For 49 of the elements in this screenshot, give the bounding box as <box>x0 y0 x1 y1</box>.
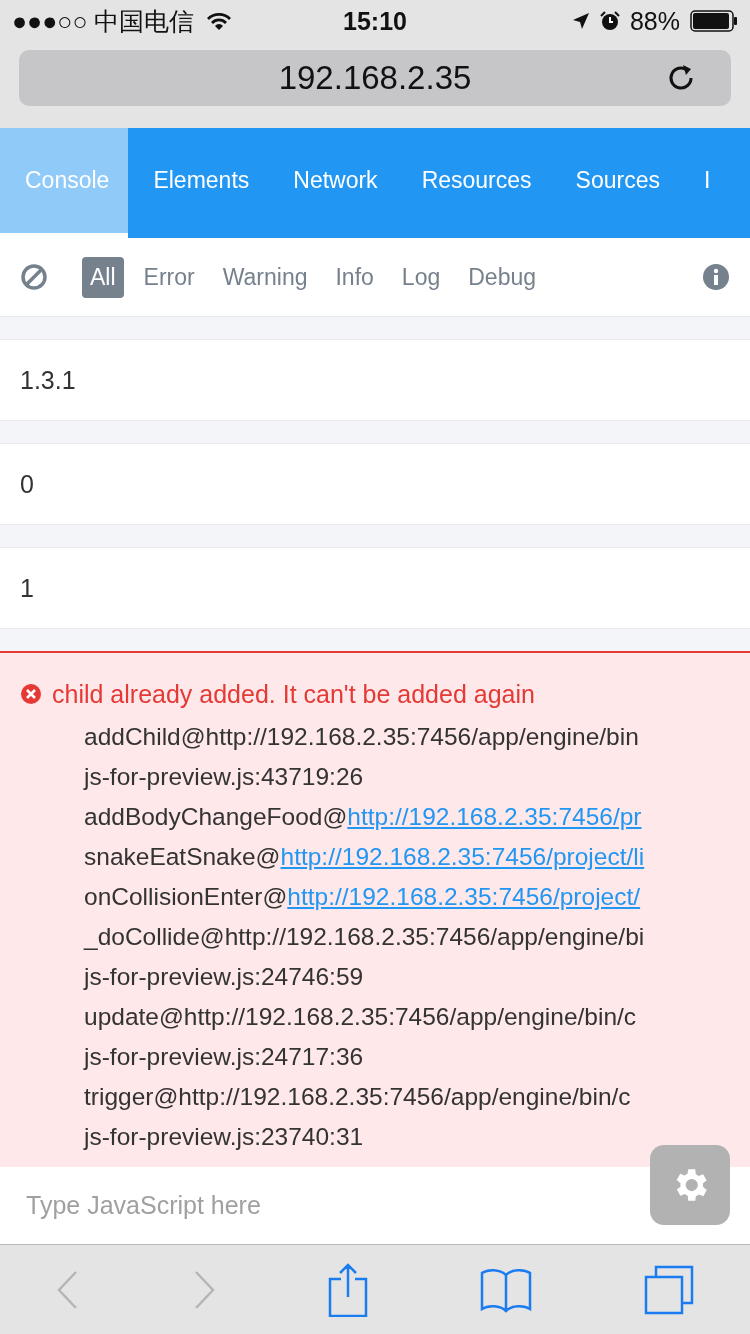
wifi-icon <box>206 11 233 31</box>
battery-percent: 88% <box>629 6 680 36</box>
alarm-clock-icon <box>599 11 620 31</box>
panel-tab[interactable]: I <box>678 128 730 238</box>
clear-icon[interactable] <box>20 263 48 291</box>
stack-trace-line: addChild@http://192.168.2.35:7456/app/engine/bin <box>84 722 640 752</box>
panel-tab[interactable]: Sources <box>550 128 679 238</box>
info-icon[interactable] <box>702 263 730 291</box>
stack-trace-line: onCollisionEnter@http://192.168.2.35:7456/project/ <box>84 882 642 912</box>
stack-trace-line: js-for-preview.js:43719:26 <box>84 762 365 792</box>
stack-trace-line: update@http://192.168.2.35:7456/app/engine/bin/c <box>84 1002 638 1032</box>
panel-tab[interactable]: Console <box>0 128 129 238</box>
tabs-icon[interactable] <box>644 1264 694 1315</box>
address-bar[interactable]: 192.168.2.35 <box>19 50 731 106</box>
stack-trace-line: addBodyChangeFood@http://192.168.2.35:7456/pr <box>84 802 643 832</box>
source-link[interactable]: http://192.168.2.35:7456/project/li <box>280 843 645 870</box>
share-icon[interactable] <box>328 1262 368 1317</box>
source-link[interactable]: http://192.168.2.35:7456/pr <box>347 803 642 830</box>
stack-trace-line: trigger@http://192.168.2.35:7456/app/engine/bin/c <box>84 1082 632 1112</box>
filter-tab[interactable]: Log <box>393 256 449 298</box>
panel-tab[interactable]: Resources <box>396 128 551 238</box>
javascript-input-field[interactable]: Type JavaScript here <box>0 1167 750 1245</box>
log-entry: 1.3.1 <box>20 365 76 395</box>
log-entry: 0 <box>20 469 34 499</box>
back-icon[interactable] <box>56 1269 80 1310</box>
stack-trace-line: js-for-preview.js:24746:59 <box>84 962 365 992</box>
stack-trace-line: js-for-preview.js:23740:31 <box>84 1122 365 1152</box>
filter-tab[interactable]: Warning <box>214 256 316 298</box>
source-link[interactable]: http://192.168.2.35:7456/project/ <box>287 883 641 910</box>
stack-trace-line: js-for-preview.js:24717:36 <box>84 1042 365 1072</box>
filter-tab[interactable]: All <box>82 256 124 298</box>
log-entry: 1 <box>20 573 34 603</box>
location-arrow-icon <box>571 12 590 30</box>
battery-icon <box>690 10 738 32</box>
stack-trace-line: snakeEatSnake@http://192.168.2.35:7456/project/li <box>84 842 646 872</box>
panel-tab[interactable]: Network <box>268 128 397 238</box>
filter-tab[interactable]: Debug <box>460 256 544 298</box>
filter-tab[interactable]: Info <box>327 256 382 298</box>
clock-time: 15:10 <box>343 6 407 36</box>
error-message: child already added. It can't be added again <box>52 679 535 709</box>
javascript-input[interactable]: Type JavaScript here <box>24 1190 588 1221</box>
error-icon <box>20 683 42 705</box>
book-icon[interactable] <box>480 1266 532 1313</box>
filter-tab[interactable]: Error <box>135 256 203 298</box>
forward-icon[interactable] <box>192 1269 216 1310</box>
carrier-signal: ●●●○○ 中国电信 <box>12 5 195 37</box>
settings-button[interactable] <box>650 1145 730 1225</box>
panel-tab[interactable]: Elements <box>128 128 269 238</box>
stack-trace-line: _doCollide@http://192.168.2.35:7456/app/engine/bi <box>84 922 646 952</box>
